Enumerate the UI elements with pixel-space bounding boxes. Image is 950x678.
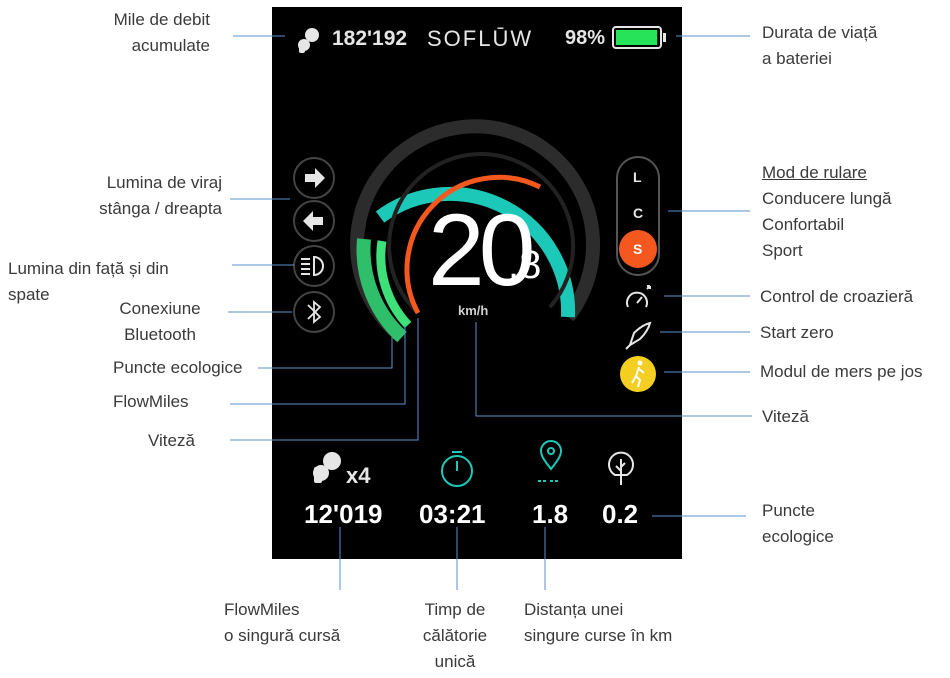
leader-speed-arc (230, 318, 419, 441)
leader-speed-value (475, 322, 752, 417)
leader-eco-points-arc (258, 337, 393, 369)
leader-flowmiles-arc (230, 325, 406, 405)
leader-lines (228, 35, 752, 590)
